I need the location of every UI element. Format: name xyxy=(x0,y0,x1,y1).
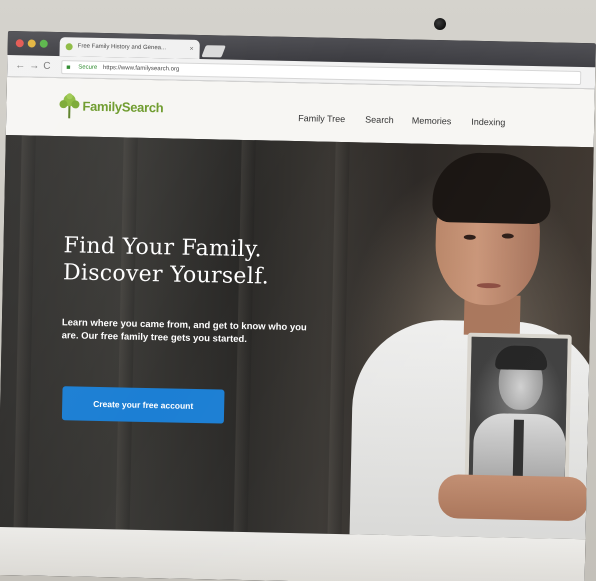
hero-image-eye xyxy=(501,233,514,239)
secure-label: Secure xyxy=(78,64,98,71)
reload-button[interactable]: C xyxy=(43,61,50,73)
minimize-window-icon[interactable] xyxy=(27,39,36,48)
hero-section: Find Your Family. Discover Yourself. Lea… xyxy=(0,134,594,540)
hero-subtitle: Learn where you came from, and get to kn… xyxy=(61,317,307,346)
tab-close-icon[interactable]: × xyxy=(189,40,193,59)
hero-image-hair xyxy=(432,151,552,225)
nav-memories[interactable]: Memories xyxy=(412,115,452,126)
url-text: https://www.familysearch.org xyxy=(102,64,180,73)
site-nav: Family Tree Search Memories Indexing xyxy=(298,113,505,127)
close-window-icon[interactable] xyxy=(15,39,24,48)
nav-search[interactable]: Search xyxy=(365,115,394,126)
background-curtain xyxy=(327,141,350,535)
tab-title: Free Family History and Genea... xyxy=(77,43,167,52)
background-curtain xyxy=(13,135,36,528)
site-logo[interactable]: FamilySearch xyxy=(58,90,164,122)
hero-image-eye xyxy=(463,234,476,240)
lock-icon: ■ xyxy=(66,64,71,72)
back-button[interactable]: ← xyxy=(15,60,25,72)
create-account-button[interactable]: Create your free account xyxy=(61,386,225,424)
logo-text: FamilySearch xyxy=(82,98,164,115)
tree-icon xyxy=(59,93,80,119)
laptop-screen: Free Family History and Genea... × ← → C… xyxy=(0,31,596,581)
webcam-icon xyxy=(434,18,446,30)
nav-family-tree[interactable]: Family Tree xyxy=(298,113,345,124)
maximize-window-icon[interactable] xyxy=(39,39,48,48)
nav-indexing[interactable]: Indexing xyxy=(471,117,505,128)
hero-title: Find Your Family. Discover Yourself. xyxy=(63,232,364,292)
forward-button[interactable]: → xyxy=(29,60,39,72)
hero-title-line2: Discover Yourself. xyxy=(62,260,270,290)
favicon-icon xyxy=(65,43,73,51)
held-old-photograph xyxy=(464,332,572,487)
new-tab-button[interactable] xyxy=(201,45,226,58)
hero-image-hands xyxy=(437,474,589,522)
